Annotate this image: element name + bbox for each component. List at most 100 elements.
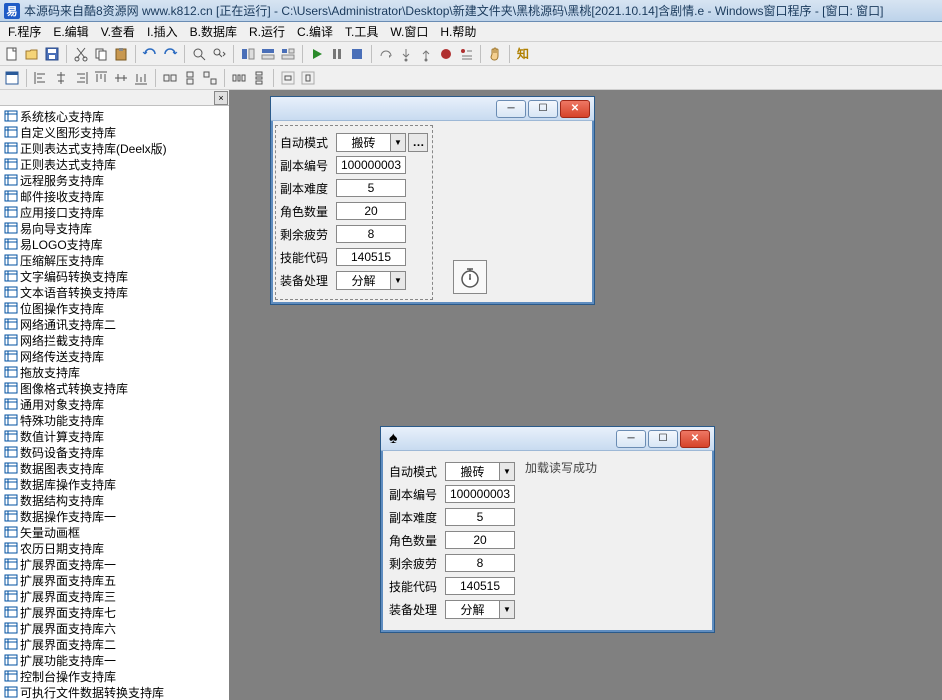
dialog-titlebar[interactable]: ♠ ─ ☐ ✕: [381, 427, 714, 451]
run-icon[interactable]: [308, 45, 326, 63]
pause-icon[interactable]: [328, 45, 346, 63]
form-input[interactable]: 20: [336, 202, 406, 220]
align-left-icon[interactable]: [32, 69, 50, 87]
dialog-designer[interactable]: ─ ☐ ✕ 自动模式搬砖▼…副本编号100000003副本难度5角色数量20剩余…: [270, 96, 595, 305]
dialog-titlebar[interactable]: ─ ☐ ✕: [271, 97, 594, 121]
form-input[interactable]: 8: [336, 225, 406, 243]
align-middle-icon[interactable]: [112, 69, 130, 87]
tree-item[interactable]: 数据结构支持库: [2, 492, 227, 508]
step-out-icon[interactable]: [417, 45, 435, 63]
tree-item[interactable]: 文字编码转换支持库: [2, 268, 227, 284]
find-icon[interactable]: [190, 45, 208, 63]
align-right-icon[interactable]: [72, 69, 90, 87]
form-input[interactable]: 5: [336, 179, 406, 197]
tree-item[interactable]: 图像格式转换支持库: [2, 380, 227, 396]
menu-compile[interactable]: C.编译: [291, 21, 339, 42]
same-height-icon[interactable]: [181, 69, 199, 87]
tree-item[interactable]: 数据库操作支持库: [2, 476, 227, 492]
form-select[interactable]: 搬砖▼: [336, 133, 406, 152]
same-size-icon[interactable]: [201, 69, 219, 87]
tree-item[interactable]: 数据操作支持库一: [2, 508, 227, 524]
maximize-button[interactable]: ☐: [648, 430, 678, 448]
tree-item[interactable]: 应用接口支持库: [2, 204, 227, 220]
copy-icon[interactable]: [92, 45, 110, 63]
tree-item[interactable]: 邮件接收支持库: [2, 188, 227, 204]
sidebar-close-icon[interactable]: ×: [214, 91, 228, 105]
close-button[interactable]: ✕: [560, 100, 590, 118]
find-next-icon[interactable]: [210, 45, 228, 63]
tree-item[interactable]: 网络拦截支持库: [2, 332, 227, 348]
tree-item[interactable]: 位图操作支持库: [2, 300, 227, 316]
tb2-form-icon[interactable]: [3, 69, 21, 87]
tree-item[interactable]: 扩展功能支持库一: [2, 652, 227, 668]
tree-item[interactable]: 扩展界面支持库二: [2, 636, 227, 652]
tree-item[interactable]: 农历日期支持库: [2, 540, 227, 556]
tree-item[interactable]: 可执行文件数据转换支持库: [2, 684, 227, 700]
tree-item[interactable]: 远程服务支持库: [2, 172, 227, 188]
tree-item[interactable]: 数值计算支持库: [2, 428, 227, 444]
hand-icon[interactable]: [486, 45, 504, 63]
menu-window[interactable]: W.窗口: [384, 21, 434, 42]
tree-item[interactable]: 正则表达式支持库(Deelx版): [2, 140, 227, 156]
minimize-button[interactable]: ─: [496, 100, 526, 118]
dist-h-icon[interactable]: [230, 69, 248, 87]
ellipsis-button[interactable]: …: [408, 133, 428, 152]
tree-item[interactable]: 易向导支持库: [2, 220, 227, 236]
align-top-icon[interactable]: [92, 69, 110, 87]
close-button[interactable]: ✕: [680, 430, 710, 448]
form-select[interactable]: 分解▼: [445, 600, 515, 619]
breakpoint-list-icon[interactable]: [457, 45, 475, 63]
menu-view[interactable]: V.查看: [95, 21, 141, 42]
tree-item[interactable]: 特殊功能支持库: [2, 412, 227, 428]
timer-icon[interactable]: [453, 260, 487, 294]
save-icon[interactable]: [43, 45, 61, 63]
menu-edit[interactable]: E.编辑: [47, 21, 94, 42]
tree-item[interactable]: 文本语音转换支持库: [2, 284, 227, 300]
undo-icon[interactable]: [141, 45, 159, 63]
tree-item[interactable]: 系统核心支持库: [2, 108, 227, 124]
tree-item[interactable]: 控制台操作支持库: [2, 668, 227, 684]
paste-icon[interactable]: [112, 45, 130, 63]
dist-v-icon[interactable]: [250, 69, 268, 87]
tree-item[interactable]: 扩展界面支持库一: [2, 556, 227, 572]
tree-item[interactable]: 通用对象支持库: [2, 396, 227, 412]
tree-item[interactable]: 网络通讯支持库二: [2, 316, 227, 332]
stop-icon[interactable]: [348, 45, 366, 63]
align-bottom-icon[interactable]: [132, 69, 150, 87]
menu-program[interactable]: F.程序: [2, 21, 47, 42]
menu-database[interactable]: B.数据库: [184, 21, 243, 42]
tree-item[interactable]: 网络传送支持库: [2, 348, 227, 364]
form-input[interactable]: 100000003: [445, 485, 515, 503]
open-icon[interactable]: [23, 45, 41, 63]
step-over-icon[interactable]: [377, 45, 395, 63]
knowledge-icon[interactable]: 知: [515, 45, 533, 63]
tree-item[interactable]: 扩展界面支持库七: [2, 604, 227, 620]
menu-run[interactable]: R.运行: [243, 21, 291, 42]
design-canvas[interactable]: ─ ☐ ✕ 自动模式搬砖▼…副本编号100000003副本难度5角色数量20剩余…: [230, 90, 942, 700]
tree-item[interactable]: 易LOGO支持库: [2, 236, 227, 252]
menu-help[interactable]: H.帮助: [434, 21, 482, 42]
center-v-icon[interactable]: [299, 69, 317, 87]
tree-item[interactable]: 自定义图形支持库: [2, 124, 227, 140]
layout3-icon[interactable]: [279, 45, 297, 63]
align-center-h-icon[interactable]: [52, 69, 70, 87]
form-input[interactable]: 20: [445, 531, 515, 549]
tree-item[interactable]: 压缩解压支持库: [2, 252, 227, 268]
form-input[interactable]: 140515: [445, 577, 515, 595]
tree-item[interactable]: 扩展界面支持库五: [2, 572, 227, 588]
redo-icon[interactable]: [161, 45, 179, 63]
form-select[interactable]: 搬砖▼: [445, 462, 515, 481]
cut-icon[interactable]: [72, 45, 90, 63]
dialog-runtime[interactable]: ♠ ─ ☐ ✕ 自动模式搬砖▼副本编号100000003副本难度5角色数量20剩…: [380, 426, 715, 633]
breakpoint-icon[interactable]: [437, 45, 455, 63]
form-select[interactable]: 分解▼: [336, 271, 406, 290]
layout1-icon[interactable]: [239, 45, 257, 63]
step-into-icon[interactable]: [397, 45, 415, 63]
form-input[interactable]: 8: [445, 554, 515, 572]
tree-item[interactable]: 数码设备支持库: [2, 444, 227, 460]
library-tree[interactable]: 系统核心支持库自定义图形支持库正则表达式支持库(Deelx版)正则表达式支持库远…: [0, 106, 229, 700]
center-h-icon[interactable]: [279, 69, 297, 87]
form-input[interactable]: 100000003: [336, 156, 406, 174]
form-input[interactable]: 140515: [336, 248, 406, 266]
maximize-button[interactable]: ☐: [528, 100, 558, 118]
